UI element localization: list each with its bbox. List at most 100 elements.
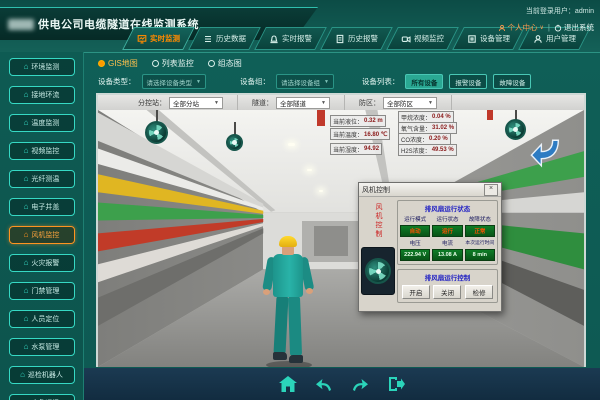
caret-down-icon: ▼ <box>196 79 201 85</box>
sidebar-item-emergency-comm[interactable]: ⌂应急通讯 <box>9 394 75 400</box>
home-icon: ⌂ <box>24 343 29 351</box>
exit-button[interactable] <box>385 374 407 394</box>
radio-gis-map[interactable]: GIS地图 <box>98 58 138 69</box>
home-icon: ⌂ <box>20 371 25 379</box>
home-icon: ⌂ <box>24 315 29 323</box>
fan-control-group: 排风扇运行控制 开启 关闭 检修 <box>397 269 498 303</box>
fan-control-header: 排风扇运行控制 <box>400 272 495 282</box>
sidebar-item-personnel-locate[interactable]: ⌂人员定位 <box>9 310 75 328</box>
worker-hard-hat <box>279 236 297 247</box>
worker-leg <box>273 296 288 355</box>
field-label: 故障状态 <box>465 215 495 223</box>
chevron-down-icon: ∨ <box>540 24 544 31</box>
sidebar: ⌂环境监测 ⌂接地环流 ⌂温度监测 ⌂视频监控 ⌂光纤测温 ⌂电子井盖 ⌂风机监… <box>0 52 84 400</box>
divider: | <box>548 23 550 32</box>
fan-maintain-button[interactable]: 检修 <box>465 285 493 299</box>
sidebar-item-robot[interactable]: ⌂巡检机器人 <box>9 366 75 384</box>
radio-dot <box>98 60 105 67</box>
ceiling-fan[interactable] <box>145 121 168 144</box>
tab-realtime-monitor[interactable]: 实时监测 <box>122 27 195 50</box>
tunnel-far-portal <box>314 226 348 257</box>
worker-torso <box>273 254 303 297</box>
sidebar-item-pump[interactable]: ⌂水泵管理 <box>9 338 75 356</box>
alarm-doc-icon <box>335 34 345 44</box>
home-icon: ⌂ <box>24 119 29 127</box>
sensor-temperature: 当前温度：16.80 ℃ <box>330 128 390 140</box>
station-label: 分控站： <box>138 98 166 108</box>
all-devices-button[interactable]: 所有设备 <box>405 74 443 89</box>
sidebar-item-fire-alarm[interactable]: ⌂火灾报警 <box>9 254 75 272</box>
sidebar-item-manhole[interactable]: ⌂电子井盖 <box>9 198 75 216</box>
tab-history-alarm[interactable]: 历史报警 <box>320 27 393 50</box>
dialog-title-bar[interactable]: 风机控制 × <box>359 183 501 197</box>
logged-in-user-label: 当前登录用户：admin <box>498 6 594 16</box>
close-icon[interactable]: × <box>484 184 498 196</box>
home-icon: ⌂ <box>24 91 29 99</box>
worker-hand <box>263 289 270 295</box>
sidebar-item-video[interactable]: ⌂视频监控 <box>9 142 75 160</box>
tunnel-worker-figure[interactable] <box>262 236 314 367</box>
caret-down-icon: ▼ <box>321 100 326 106</box>
voltage-value: 222.94 V <box>400 249 430 261</box>
exit-icon <box>386 375 406 393</box>
header: 供电公司电缆隧道在线监测系统 实时监测 历史数据 实时报警 历史报警 视频监控 … <box>0 0 600 53</box>
fan-start-button[interactable]: 开启 <box>402 285 430 299</box>
sidebar-item-ground-current[interactable]: ⌂接地环流 <box>9 86 75 104</box>
user-box: 当前登录用户：admin 个人中心∨ | 退出系统 <box>498 6 594 33</box>
device-box-icon <box>467 34 477 44</box>
sensor-humidity: 当前湿度：94.92 <box>330 143 382 155</box>
dialog-title: 风机控制 <box>362 185 484 195</box>
fault-devices-button[interactable]: 故障设备 <box>493 74 531 89</box>
back-arrow-icon <box>314 375 334 393</box>
home-icon <box>278 375 298 393</box>
ceiling-fan[interactable] <box>505 119 526 140</box>
sidebar-item-access-control[interactable]: ⌂门禁管理 <box>9 282 75 300</box>
radio-scada-view[interactable]: 组态图 <box>208 58 242 69</box>
worker-boot <box>273 352 287 360</box>
home-button[interactable] <box>277 374 299 394</box>
camera-icon <box>401 34 411 44</box>
tab-realtime-alarm[interactable]: 实时报警 <box>254 27 327 50</box>
worker-hand <box>306 288 313 294</box>
home-icon: ⌂ <box>24 63 29 71</box>
tab-video-monitor[interactable]: 视频监控 <box>386 27 459 50</box>
back-button[interactable] <box>313 374 335 394</box>
tunnel-3d-scene[interactable]: 当前液位：0.32 m 当前温度：16.80 ℃ 当前湿度：94.92 甲烷浓度… <box>98 110 584 367</box>
ceiling-fan[interactable] <box>226 134 243 151</box>
station-select[interactable]: 全部分站▼ <box>169 97 223 109</box>
fan-image-panel <box>361 247 395 295</box>
forward-arrow-icon <box>350 375 370 393</box>
sidebar-item-fan-monitor[interactable]: ⌂风机监控 <box>9 226 75 244</box>
sensor-liquid-level: 当前液位：0.32 m <box>330 115 386 127</box>
tunnel-select[interactable]: 全部隧道▼ <box>276 97 330 109</box>
radio-list-monitor[interactable]: 列表监控 <box>152 58 194 69</box>
device-toolbar: 设备类型： 请选择设备类型▼ 设备组： 请选择设备组▼ 设备列表： 所有设备 报… <box>98 74 531 89</box>
fan-stop-button[interactable]: 关闭 <box>433 285 461 299</box>
station-filter-group: 分控站： 全部分站▼ <box>98 95 238 110</box>
sidebar-item-temperature[interactable]: ⌂温度监测 <box>9 114 75 132</box>
worker-face <box>282 246 294 255</box>
footer-nav-bar <box>84 368 600 400</box>
home-icon: ⌂ <box>24 259 29 267</box>
tab-history-data[interactable]: 历史数据 <box>188 27 261 50</box>
home-icon: ⌂ <box>24 287 29 295</box>
radio-dot <box>152 60 159 67</box>
field-label: 运行模式 <box>400 215 430 223</box>
personal-center-link[interactable]: 个人中心∨ <box>498 22 544 33</box>
filter-bar: 分控站： 全部分站▼ 隧道： 全部隧道▼ 防区： 全部防区▼ <box>98 95 584 110</box>
alarm-bell-icon <box>269 34 279 44</box>
alarm-devices-button[interactable]: 报警设备 <box>449 74 487 89</box>
sidebar-item-fiber-temp[interactable]: ⌂光纤测温 <box>9 170 75 188</box>
zone-select[interactable]: 全部防区▼ <box>383 97 437 109</box>
sidebar-item-environment[interactable]: ⌂环境监测 <box>9 58 75 76</box>
device-group-select[interactable]: 请选择设备组▼ <box>276 74 334 89</box>
scene-viewport: 分控站： 全部分站▼ 隧道： 全部隧道▼ 防区： 全部防区▼ <box>96 93 586 367</box>
forward-button[interactable] <box>349 374 371 394</box>
sensor-h2s: H2S浓度：49.53 % <box>398 144 457 156</box>
logout-link[interactable]: 退出系统 <box>554 22 594 33</box>
worker-leg <box>288 296 302 356</box>
device-type-label: 设备类型： <box>98 76 136 87</box>
worker-boot <box>289 355 303 363</box>
home-icon: ⌂ <box>24 147 29 155</box>
device-type-select[interactable]: 请选择设备类型▼ <box>142 74 206 89</box>
